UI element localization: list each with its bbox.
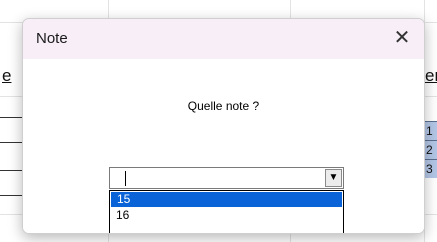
dropdown-button[interactable]: ▼	[325, 169, 342, 187]
table-border	[0, 117, 22, 118]
chevron-down-icon: ▼	[328, 172, 339, 183]
list-item[interactable]: 15	[110, 191, 343, 208]
dialog-titlebar[interactable]: Note ✕	[23, 19, 424, 59]
row-number-cell[interactable]: 1	[424, 121, 437, 140]
close-button[interactable]: ✕	[380, 19, 424, 59]
list-item[interactable]: 16	[110, 208, 343, 223]
table-border	[0, 170, 22, 171]
dropdown-list[interactable]: 15 16	[109, 190, 344, 233]
header-fragment-left: e	[2, 66, 12, 85]
text-cursor	[125, 171, 126, 186]
header-fragment-right: en	[425, 66, 437, 85]
note-combobox[interactable]: ▼	[109, 167, 344, 189]
close-icon: ✕	[393, 27, 411, 49]
row-number-cell[interactable]: 2	[424, 140, 437, 159]
table-border	[0, 142, 22, 143]
note-dialog: Note ✕ Quelle note ? ▼ 15 16	[22, 18, 425, 234]
table-border	[0, 195, 22, 196]
row-number-cell[interactable]: 3	[424, 159, 437, 178]
dialog-title: Note	[36, 30, 68, 47]
dialog-content: Quelle note ? ▼ 15 16	[23, 59, 424, 233]
prompt-label: Quelle note ?	[187, 99, 260, 113]
